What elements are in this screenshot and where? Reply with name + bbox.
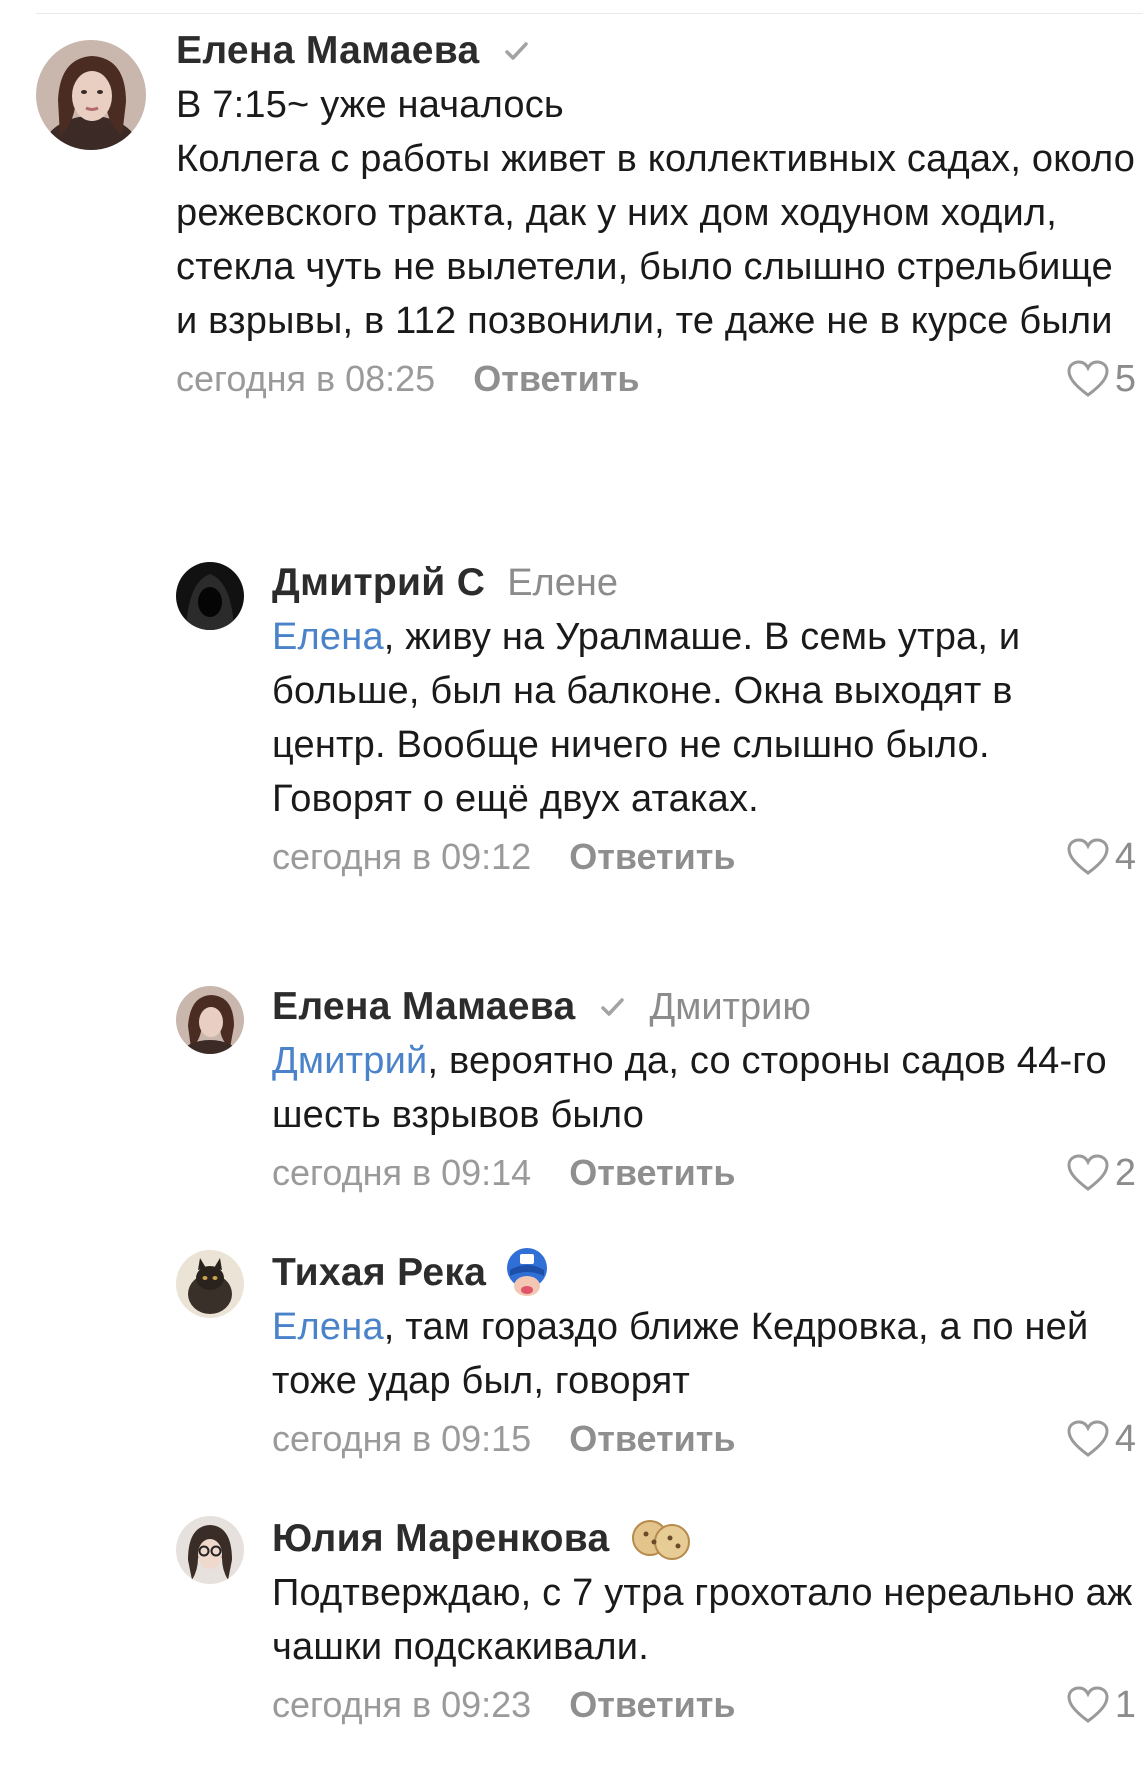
like-count: 1 bbox=[1114, 1683, 1136, 1726]
author-name[interactable]: Тихая Река bbox=[272, 1251, 486, 1295]
reply-button[interactable]: Ответить bbox=[569, 1418, 735, 1460]
heart-icon bbox=[1067, 1420, 1109, 1457]
comment-text-body: Подтверждаю, с 7 утра грохотало нереальн… bbox=[272, 1572, 1133, 1668]
reply-button[interactable]: Ответить bbox=[569, 1152, 735, 1194]
like-button[interactable]: 5 bbox=[1067, 352, 1136, 406]
comment-text: В 7:15~ уже началось Коллега с работы жи… bbox=[176, 78, 1136, 348]
reply-to-label[interactable]: Елене bbox=[507, 562, 618, 605]
cookies-sticker-icon bbox=[628, 1514, 696, 1564]
comment-text: Елена, там гораздо ближе Кедровка, а по … bbox=[272, 1300, 1136, 1408]
comment-date: сегодня в 09:15 bbox=[272, 1418, 532, 1459]
comment-date: сегодня в 09:14 bbox=[272, 1152, 532, 1193]
comment-text: Елена, живу на Уралмаше. В семь утра, и … bbox=[272, 610, 1136, 826]
like-button[interactable]: 4 bbox=[1067, 830, 1136, 884]
reply-to-label[interactable]: Дмитрию bbox=[649, 986, 810, 1029]
heart-icon bbox=[1067, 360, 1109, 397]
comment-date: сегодня в 08:25 bbox=[176, 358, 436, 399]
mention-link[interactable]: Дмитрий bbox=[272, 1040, 427, 1082]
reply-button[interactable]: Ответить bbox=[473, 358, 639, 400]
reply-button[interactable]: Ответить bbox=[569, 1684, 735, 1726]
like-count: 4 bbox=[1114, 1417, 1136, 1460]
heart-icon bbox=[1067, 1154, 1109, 1191]
verified-check-icon bbox=[601, 998, 625, 1016]
reply-button[interactable]: Ответить bbox=[569, 836, 735, 878]
like-count: 2 bbox=[1114, 1151, 1136, 1194]
comment-text-body: , живу на Уралмаше. В семь утра, и больш… bbox=[272, 616, 1021, 820]
verified-check-icon bbox=[505, 42, 529, 60]
comment-date: сегодня в 09:12 bbox=[272, 836, 532, 877]
like-button[interactable]: 2 bbox=[1067, 1146, 1136, 1200]
author-name[interactable]: Елена Мамаева bbox=[176, 29, 479, 73]
divider bbox=[36, 13, 1143, 14]
comment-text: Дмитрий, вероятно да, со стороны садов 4… bbox=[272, 1034, 1136, 1142]
author-name[interactable]: Юлия Маренкова bbox=[272, 1517, 610, 1561]
like-button[interactable]: 1 bbox=[1067, 1678, 1136, 1732]
avatar[interactable] bbox=[176, 1516, 244, 1584]
comment-text-body: В 7:15~ уже началось Коллега с работы жи… bbox=[176, 84, 1136, 342]
comment-date: сегодня в 09:23 bbox=[272, 1684, 532, 1725]
avatar[interactable] bbox=[36, 40, 146, 150]
author-name[interactable]: Елена Мамаева bbox=[272, 985, 575, 1029]
comment-text: Подтверждаю, с 7 утра грохотало нереальн… bbox=[272, 1566, 1136, 1674]
like-button[interactable]: 4 bbox=[1067, 1412, 1136, 1466]
heart-icon bbox=[1067, 1686, 1109, 1723]
mention-link[interactable]: Елена bbox=[272, 1306, 384, 1348]
author-name[interactable]: Дмитрий С bbox=[272, 561, 485, 605]
mention-link[interactable]: Елена bbox=[272, 616, 384, 658]
heart-icon bbox=[1067, 838, 1109, 875]
avatar[interactable] bbox=[176, 562, 244, 630]
avatar[interactable] bbox=[176, 986, 244, 1054]
hero-mask-sticker-icon bbox=[504, 1246, 550, 1300]
avatar[interactable] bbox=[176, 1250, 244, 1318]
like-count: 4 bbox=[1114, 835, 1136, 878]
comment-text-body: , там гораздо ближе Кедровка, а по ней т… bbox=[272, 1306, 1089, 1402]
like-count: 5 bbox=[1114, 357, 1136, 400]
